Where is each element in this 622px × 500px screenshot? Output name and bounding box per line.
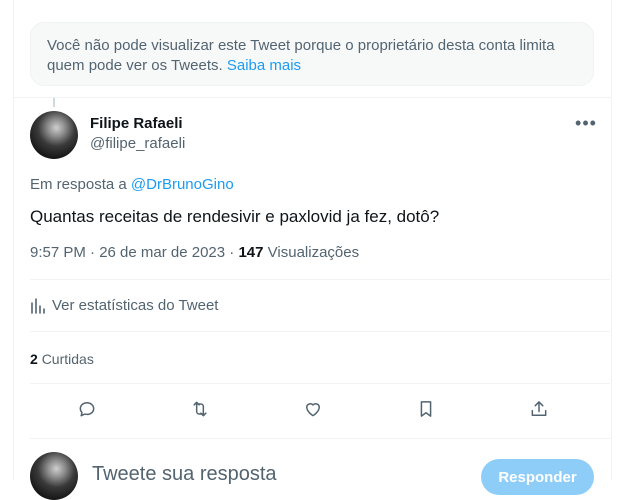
divider	[30, 383, 610, 384]
reply-prefix: Em resposta a	[30, 176, 127, 193]
tweet-timestamp[interactable]: 9:57 PM · 26 de mar de 2023 ·	[30, 244, 238, 261]
divider	[14, 97, 611, 98]
retweets-label: Curtidas	[41, 351, 94, 367]
view-stats-label: Ver estatísticas do Tweet	[52, 297, 219, 314]
author-name[interactable]: Filipe Rafaeli	[90, 115, 183, 133]
tweet-actions-bar	[30, 396, 598, 422]
views-count: 147	[238, 244, 264, 261]
divider	[30, 438, 610, 439]
retweet-icon[interactable]	[187, 396, 213, 422]
divider	[30, 279, 610, 280]
reply-context: Em resposta a @DrBrunoGino	[30, 176, 234, 194]
tweet-meta: 9:57 PM · 26 de mar de 2023 · 147 Visual…	[30, 244, 359, 262]
tweet-text: Quantas receitas de rendesivir e paxlovi…	[30, 207, 440, 226]
restricted-tweet-notice: Você não pode visualizar este Tweet porq…	[30, 22, 594, 86]
views-label: Visualizações	[267, 244, 360, 261]
retweets-count: 2	[30, 351, 38, 367]
view-stats-link[interactable]: Ver estatísticas do Tweet	[30, 296, 218, 316]
reply-input[interactable]: Tweete sua resposta	[92, 462, 277, 486]
thread-connector-line	[53, 98, 55, 107]
column-border-left	[13, 0, 14, 480]
bookmark-icon[interactable]	[413, 396, 439, 422]
like-icon[interactable]	[300, 396, 326, 422]
learn-more-link[interactable]: Saiba mais	[227, 57, 301, 74]
reply-icon[interactable]	[74, 396, 100, 422]
divider	[30, 331, 610, 332]
analytics-icon	[31, 298, 45, 314]
current-user-avatar	[30, 452, 78, 500]
author-avatar[interactable]	[30, 111, 78, 159]
retweets-count-link[interactable]: 2 Curtidas	[30, 350, 94, 368]
share-icon[interactable]	[526, 396, 552, 422]
reply-button[interactable]: Responder	[481, 459, 594, 495]
column-border-right	[611, 0, 612, 480]
more-horizontal-icon[interactable]: •••	[572, 112, 600, 136]
reply-to-handle-link[interactable]: @DrBrunoGino	[131, 176, 234, 193]
author-handle[interactable]: @filipe_rafaeli	[90, 135, 185, 153]
